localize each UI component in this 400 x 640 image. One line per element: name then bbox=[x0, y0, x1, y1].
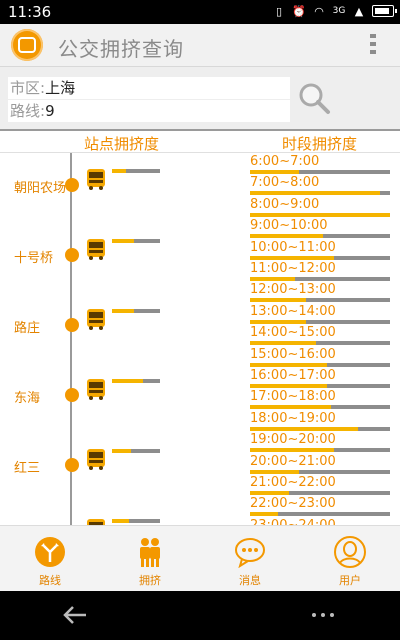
period-label: 19:00~20:00 bbox=[250, 432, 336, 448]
period-crowding-bar bbox=[250, 191, 390, 196]
period-label: 11:00~12:00 bbox=[250, 261, 336, 276]
period-row[interactable]: 20:00~21:00 bbox=[250, 454, 392, 475]
more-options-icon[interactable] bbox=[312, 613, 334, 617]
user-icon bbox=[334, 536, 366, 568]
period-row[interactable]: 16:00~17:00 bbox=[250, 368, 392, 389]
nav-user[interactable]: 用户 bbox=[300, 526, 400, 592]
period-crowding-bar bbox=[250, 319, 390, 324]
period-row[interactable]: 11:00~12:00 bbox=[250, 261, 392, 282]
period-crowding-bar bbox=[250, 255, 390, 260]
period-crowding-bar bbox=[250, 405, 390, 410]
crowd-icon bbox=[140, 538, 160, 567]
period-row[interactable]: 21:00~22:00 bbox=[250, 475, 392, 496]
period-crowding-bar bbox=[250, 170, 390, 174]
period-row[interactable]: 12:00~13:00 bbox=[250, 282, 392, 303]
period-crowding-bar bbox=[250, 426, 390, 431]
nav-user-label: 用户 bbox=[339, 574, 361, 587]
period-label: 17:00~18:00 bbox=[250, 389, 336, 405]
period-label: 10:00~11:00 bbox=[250, 239, 336, 255]
period-label: 21:00~22:00 bbox=[250, 475, 336, 490]
period-crowding-bar bbox=[250, 298, 390, 303]
period-crowding-bar bbox=[250, 277, 390, 281]
period-row[interactable]: 17:00~18:00 bbox=[250, 389, 392, 410]
period-label: 8:00~9:00 bbox=[250, 196, 320, 212]
period-row[interactable]: 6:00~7:00 bbox=[250, 154, 392, 175]
period-crowding-bar bbox=[250, 341, 390, 346]
period-label: 22:00~23:00 bbox=[250, 496, 336, 512]
nav-message[interactable]: 消息 bbox=[200, 526, 300, 592]
period-label: 7:00~8:00 bbox=[250, 175, 320, 191]
period-label: 20:00~21:00 bbox=[250, 453, 336, 469]
period-row[interactable]: 18:00~19:00 bbox=[250, 411, 392, 432]
bottom-nav: 路线 拥挤 消息 用户 bbox=[0, 525, 400, 592]
period-crowding-bar bbox=[250, 234, 390, 239]
period-row[interactable]: 19:00~20:00 bbox=[250, 432, 392, 453]
period-label: 12:00~13:00 bbox=[250, 282, 336, 298]
period-crowding-bar bbox=[250, 491, 390, 495]
period-label: 9:00~10:00 bbox=[250, 218, 328, 234]
route-icon bbox=[35, 537, 65, 567]
period-label: 15:00~16:00 bbox=[250, 346, 336, 362]
period-crowding-bar bbox=[250, 384, 390, 388]
period-crowding-bar bbox=[250, 212, 390, 217]
period-row[interactable]: 9:00~10:00 bbox=[250, 218, 392, 239]
nav-crowd[interactable]: 拥挤 bbox=[100, 526, 200, 592]
back-arrow-icon[interactable] bbox=[62, 605, 88, 625]
period-label: 23:00~24:00 bbox=[250, 518, 336, 525]
period-list: 6:00~7:00 7:00~8:00 8:00~9:00 9:00~10:00 10:… bbox=[0, 0, 400, 525]
period-label: 18:00~19:00 bbox=[250, 410, 336, 426]
period-crowding-bar bbox=[250, 448, 390, 453]
nav-message-label: 消息 bbox=[239, 574, 261, 587]
period-crowding-bar bbox=[250, 469, 390, 474]
period-row[interactable]: 14:00~15:00 bbox=[250, 325, 392, 346]
period-crowding-bar bbox=[250, 362, 390, 367]
message-icon bbox=[235, 538, 265, 568]
nav-route[interactable]: 路线 bbox=[0, 526, 100, 592]
period-crowding-bar bbox=[250, 512, 390, 517]
period-label: 16:00~17:00 bbox=[250, 368, 336, 383]
period-row[interactable]: 8:00~9:00 bbox=[250, 197, 392, 218]
nav-crowd-label: 拥挤 bbox=[139, 574, 161, 587]
period-label: 6:00~7:00 bbox=[250, 154, 320, 169]
period-label: 13:00~14:00 bbox=[250, 303, 336, 319]
period-row[interactable]: 15:00~16:00 bbox=[250, 347, 392, 368]
period-row[interactable]: 13:00~14:00 bbox=[250, 304, 392, 325]
period-row[interactable]: 22:00~23:00 bbox=[250, 496, 392, 517]
period-row[interactable]: 10:00~11:00 bbox=[250, 240, 392, 261]
period-row[interactable]: 7:00~8:00 bbox=[250, 175, 392, 196]
system-nav-bar bbox=[0, 591, 400, 640]
nav-route-label: 路线 bbox=[39, 574, 61, 587]
period-row[interactable]: 23:00~24:00 bbox=[250, 518, 392, 525]
period-label: 14:00~15:00 bbox=[250, 325, 336, 341]
